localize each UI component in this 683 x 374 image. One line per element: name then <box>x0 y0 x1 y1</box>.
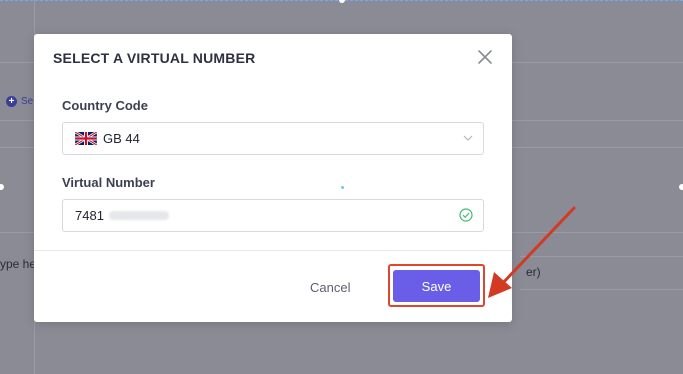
modal-footer-divider <box>34 250 512 251</box>
redacted-digits <box>109 211 169 220</box>
virtual-number-input[interactable]: 7481 <box>62 199 484 232</box>
chevron-down-icon <box>463 135 473 141</box>
close-icon[interactable] <box>476 48 494 66</box>
country-code-value: GB 44 <box>103 131 140 146</box>
country-code-label: Country Code <box>62 98 148 113</box>
virtual-number-modal: SELECT A VIRTUAL NUMBER Country Code GB … <box>34 34 512 322</box>
plus-icon: + <box>6 96 17 107</box>
bg-type-text: ype he <box>0 257 37 271</box>
annotation-arrow-icon <box>488 206 576 298</box>
country-code-select[interactable]: GB 44 <box>62 122 484 155</box>
virtual-number-value: 7481 <box>75 208 104 223</box>
uk-flag-icon <box>75 132 97 145</box>
modal-title: SELECT A VIRTUAL NUMBER <box>53 50 256 66</box>
save-button[interactable]: Save <box>393 270 480 302</box>
cancel-button[interactable]: Cancel <box>310 280 350 295</box>
resize-handle <box>679 184 683 190</box>
check-circle-icon <box>459 208 473 222</box>
resize-handle <box>0 184 4 190</box>
bg-add-text: Se <box>21 96 34 107</box>
cursor-dot <box>341 186 344 189</box>
virtual-number-label: Virtual Number <box>62 175 155 190</box>
bg-add-link: + Se <box>6 96 33 107</box>
